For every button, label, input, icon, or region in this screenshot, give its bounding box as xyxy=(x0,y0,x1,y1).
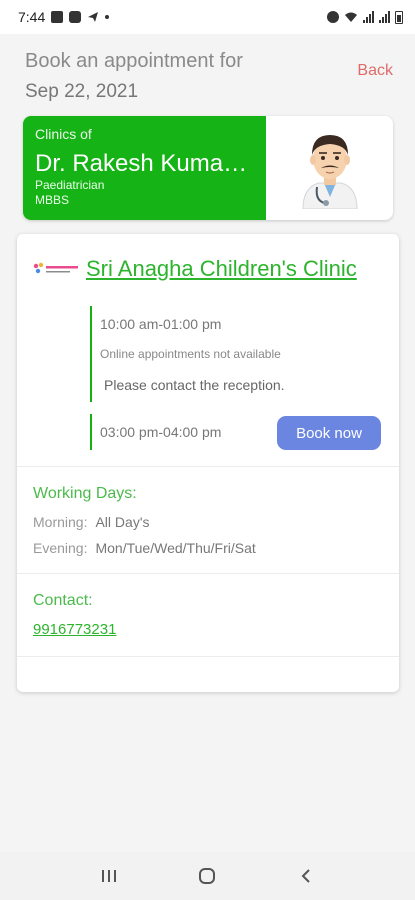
morning-value: All Day's xyxy=(95,514,150,530)
clinic-logo-icon xyxy=(32,261,80,277)
status-right xyxy=(327,10,403,24)
evening-hours-row: Evening: Mon/Tue/Wed/Thu/Fri/Sat xyxy=(33,540,256,556)
booking-label: Book an appointment for xyxy=(25,50,243,72)
slot-time: 03:00 pm-04:00 pm xyxy=(100,424,222,440)
alarm-icon xyxy=(327,11,339,23)
doctor-emoji-icon xyxy=(301,135,358,209)
morning-slot: 10:00 am-01:00 pm Online appointments no… xyxy=(90,306,285,402)
doctor-avatar xyxy=(266,116,393,220)
divider xyxy=(17,656,399,657)
recent-apps-button[interactable] xyxy=(89,856,129,896)
message-icon xyxy=(69,11,82,23)
home-icon xyxy=(199,868,216,884)
booking-header: Book an appointment for Sep 22, 2021 Bac… xyxy=(25,50,395,103)
chevron-left-icon xyxy=(301,869,310,883)
telegram-icon xyxy=(88,12,99,22)
wifi-icon xyxy=(345,12,357,22)
clinics-of-label: Clinics of xyxy=(35,126,92,142)
evening-value: Mon/Tue/Wed/Thu/Fri/Sat xyxy=(95,540,256,556)
signal-2-icon xyxy=(379,11,390,23)
phone-link[interactable]: 9916773231 xyxy=(33,621,116,638)
status-left: 7:44 xyxy=(18,9,110,25)
divider xyxy=(17,466,399,467)
system-nav-bar xyxy=(0,852,415,900)
doctor-name: Dr. Rakesh Kumar B... xyxy=(35,150,254,177)
morning-label: Morning: xyxy=(33,514,88,530)
divider xyxy=(17,573,399,574)
slot-time: 10:00 am-01:00 pm xyxy=(100,316,222,332)
booking-date: Sep 22, 2021 xyxy=(25,81,139,102)
doctor-info: Clinics of Dr. Rakesh Kumar B... Paediat… xyxy=(23,116,266,220)
doctor-specialty: Paediatrician xyxy=(35,178,105,192)
recent-apps-icon xyxy=(102,870,117,882)
morning-hours-row: Morning: All Day's xyxy=(33,514,150,530)
back-button[interactable]: Back xyxy=(357,62,393,80)
back-nav-button[interactable] xyxy=(286,856,326,896)
clinic-card: Sri Anagha Children's Clinic 10:00 am-01… xyxy=(17,234,399,692)
gallery-icon xyxy=(51,11,64,23)
doctor-degree: MBBS xyxy=(35,193,70,207)
contact-title: Contact: xyxy=(33,592,93,609)
evening-label: Evening: xyxy=(33,540,88,556)
status-bar: 7:44 xyxy=(0,0,415,34)
evening-slot: 03:00 pm-04:00 pm xyxy=(90,414,221,450)
doctor-card: Clinics of Dr. Rakesh Kumar B... Paediat… xyxy=(23,116,393,220)
battery-icon xyxy=(395,10,403,24)
clinic-title-row: Sri Anagha Children's Clinic xyxy=(32,256,357,282)
clinic-name-link[interactable]: Sri Anagha Children's Clinic xyxy=(86,256,357,282)
slot-contact-note: Please contact the reception. xyxy=(104,377,285,393)
signal-1-icon xyxy=(363,11,374,23)
book-now-button[interactable]: Book now xyxy=(277,416,381,450)
notification-dot-icon xyxy=(105,15,110,19)
status-time: 7:44 xyxy=(18,9,46,25)
working-days-title: Working Days: xyxy=(33,485,137,502)
home-button[interactable] xyxy=(187,856,227,896)
slot-unavailable-note: Online appointments not available xyxy=(100,347,281,361)
